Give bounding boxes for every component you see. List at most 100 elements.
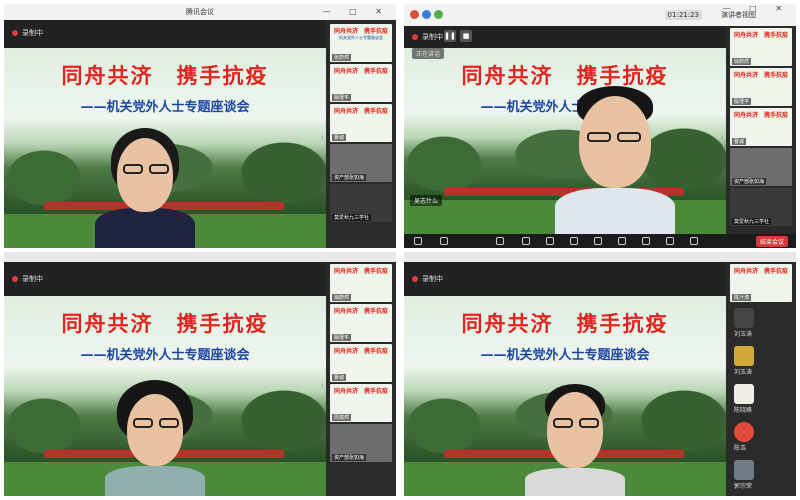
recording-indicator[interactable]: 录制中 xyxy=(412,274,443,284)
participant-name: 资产部张如海 xyxy=(332,174,367,181)
record-dot-icon xyxy=(412,34,418,40)
participant-tile[interactable]: 郭宗荣 xyxy=(730,456,792,492)
participant-tile[interactable]: 同舟共济 携手抗疫 机关党外人士专题座谈会 张蔚然 xyxy=(330,24,392,62)
speaker-nameplate: 吴志什么 xyxy=(410,195,443,206)
participant-name: 曹诚 xyxy=(332,134,347,141)
record-dot-icon xyxy=(12,276,18,282)
participant-name: 殷瑾平 xyxy=(332,94,352,101)
participant-tile[interactable]: 资产部张如海 xyxy=(330,424,392,462)
record-dot-icon xyxy=(12,30,18,36)
share-screen-icon[interactable] xyxy=(496,237,504,245)
meeting-window-top-right: 01:21:23 演讲者视图 — □ ✕ 录制中 ❚❚ ■ 同舟共济 携手抗疫 … xyxy=(404,4,796,248)
participant-tile[interactable]: 同舟共济 携手抗疫 殷瑾平 xyxy=(330,64,392,102)
banner-title: 同舟共济 携手抗疫 xyxy=(61,64,269,88)
participant-name: 殷瑾平 xyxy=(332,334,352,341)
main-video[interactable]: 同舟共济 携手抗疫 ——机关党外人士专题座谈会 xyxy=(4,296,326,496)
recording-indicator[interactable]: 录制中 xyxy=(412,32,443,42)
meeting-window-top-left: 腾讯会议 — □ ✕ 录制中 同舟共济 携手抗疫 ——机关党外人士专题座谈会 ›… xyxy=(4,4,396,248)
recording-indicator[interactable]: 录制中 xyxy=(12,28,43,38)
recording-label: 录制中 xyxy=(422,275,443,283)
main-video[interactable]: 同舟共济 携手抗疫 ——机关党外人士专题座谈会 xyxy=(404,296,726,496)
participant-name: 张蔚然 xyxy=(332,54,352,61)
participant-sidebar: 同舟共济 携手抗疫 徐蔚然 同舟共济 携手抗疫 殷瑾平 同舟共济 携手抗疫 曹诚 同舟… xyxy=(326,262,396,496)
recording-indicator[interactable]: 录制中 xyxy=(12,274,43,284)
main-video[interactable]: 同舟共济 携手抗疫 ——机关党外人士专题座谈会 xyxy=(4,48,326,248)
window-controls[interactable]: — □ ✕ xyxy=(323,4,390,20)
chat-icon[interactable] xyxy=(594,237,602,245)
video-top-strip: 录制中 xyxy=(404,262,726,296)
participant-tile[interactable]: 陈晓峰 xyxy=(730,380,792,416)
banner-title: 同舟共济 携手抗疫 xyxy=(461,312,669,336)
participants-icon[interactable] xyxy=(570,237,578,245)
banner-subtitle: ——机关党外人士专题座谈会 xyxy=(80,100,250,115)
window-titlebar xyxy=(404,252,796,262)
window-controls[interactable]: — □ ✕ xyxy=(723,4,790,13)
end-meeting-button[interactable]: 结束会议 xyxy=(755,236,788,247)
participant-tile[interactable]: 莫爱秋九三学社 xyxy=(730,188,792,226)
security-icon[interactable] xyxy=(522,237,530,245)
participant-tile[interactable]: 刘玉涛 xyxy=(730,304,792,340)
participant-name: 周端然 xyxy=(332,414,352,421)
participant-tile[interactable]: 同舟共济 携手抗疫 陈汁涛 xyxy=(730,264,792,302)
window-titlebar xyxy=(4,252,396,262)
participant-tile[interactable]: 同舟共济 携手抗疫 曹诚 xyxy=(330,104,392,142)
participant-name: 陈汁涛 xyxy=(732,294,752,301)
participant-name: 徐蔚然 xyxy=(732,58,752,65)
video-top-strip: 录制中 xyxy=(4,20,326,48)
banner-title: 同舟共济 携手抗疫 xyxy=(61,312,269,336)
participant-tile[interactable]: 莫爱秋九三学社 xyxy=(330,184,392,222)
window-titlebar: 腾讯会议 — □ ✕ xyxy=(4,4,396,20)
participant-tile[interactable]: 同舟共济 携手抗疫 殷瑾平 xyxy=(330,304,392,342)
recording-label: 录制中 xyxy=(422,33,443,41)
avatar xyxy=(734,346,754,366)
video-top-strip: 录制中 ❚❚ ■ xyxy=(404,26,726,48)
meeting-window-bottom-right: 录制中 同舟共济 携手抗疫 ——机关党外人士专题座谈会 同舟共济 携手抗疫 陈汁涛… xyxy=(404,252,796,496)
record-dot-icon xyxy=(412,276,418,282)
recording-label: 录制中 xyxy=(22,275,43,283)
video-top-strip: 录制中 xyxy=(4,262,326,296)
avatar xyxy=(734,308,754,328)
participant-tile[interactable]: 同舟共济 携手抗疫 殷瑾平 xyxy=(730,68,792,106)
avatar xyxy=(734,384,754,404)
record-icon[interactable] xyxy=(618,237,626,245)
apps-icon[interactable] xyxy=(642,237,650,245)
participant-name: 曹诚 xyxy=(732,138,747,145)
participant-tile[interactable]: 同舟共济 携手抗疫 周端然 xyxy=(330,384,392,422)
participant-name: 刘玉涛 xyxy=(734,369,753,376)
record-icon[interactable] xyxy=(410,10,419,19)
collapse-sidebar-icon[interactable]: › xyxy=(720,132,724,143)
info-icon[interactable] xyxy=(422,10,431,19)
pause-recording-button[interactable]: ❚❚ xyxy=(444,30,456,42)
participant-tile[interactable]: 同舟共济 携手抗疫 曹诚 xyxy=(730,108,792,146)
participant-name: 资产部张如海 xyxy=(732,178,767,185)
participant-tile[interactable]: 同舟共济 携手抗疫 徐蔚然 xyxy=(730,28,792,66)
participant-name: 莫爱秋九三学社 xyxy=(332,214,372,221)
participant-tile[interactable]: 资产部张如海 xyxy=(730,148,792,186)
collapse-sidebar-icon[interactable]: › xyxy=(320,132,324,143)
window-title: 腾讯会议 xyxy=(186,8,214,16)
settings-icon[interactable] xyxy=(690,237,698,245)
speaker-video xyxy=(95,118,195,248)
collapse-sidebar-icon[interactable]: › xyxy=(320,380,324,391)
participant-name: 殷瑾平 xyxy=(732,98,752,105)
participant-name: 莫爱秋九三学社 xyxy=(732,218,772,225)
view-icon[interactable] xyxy=(666,237,674,245)
meeting-window-bottom-left: 录制中 同舟共济 携手抗疫 ——机关党外人士专题座谈会 › 同舟共济 携手抗疫徐… xyxy=(4,252,396,496)
window-titlebar: 01:21:23 演讲者视图 — □ ✕ xyxy=(404,4,796,26)
speaker-video xyxy=(525,376,625,496)
recording-label: 录制中 xyxy=(22,29,43,37)
participant-name: 陈浩 xyxy=(734,445,747,452)
main-video[interactable]: 同舟共济 携手抗疫 ——机关党外人士专题座谈会 吴志什么 xyxy=(404,48,726,234)
participant-tile[interactable]: 资产部张如海 xyxy=(330,144,392,182)
signal-icon xyxy=(434,10,443,19)
invite-icon[interactable] xyxy=(546,237,554,245)
participant-tile[interactable]: 刘玉涛 xyxy=(730,342,792,378)
stop-recording-button[interactable]: ■ xyxy=(460,30,472,42)
speaking-indicator: 正在讲话 xyxy=(412,48,445,59)
participant-tile[interactable]: 同舟共济 携手抗疫 徐蔚然 xyxy=(330,264,392,302)
participant-tile[interactable]: 陈浩 xyxy=(730,418,792,454)
camera-icon[interactable] xyxy=(440,237,448,245)
mic-icon[interactable] xyxy=(414,237,422,245)
participant-sidebar: 同舟共济 携手抗疫 陈汁涛 刘玉涛 刘玉涛 陈晓峰 陈浩 郭宗荣 xyxy=(726,262,796,496)
participant-tile[interactable]: 同舟共济 携手抗疫 曹诚 xyxy=(330,344,392,382)
